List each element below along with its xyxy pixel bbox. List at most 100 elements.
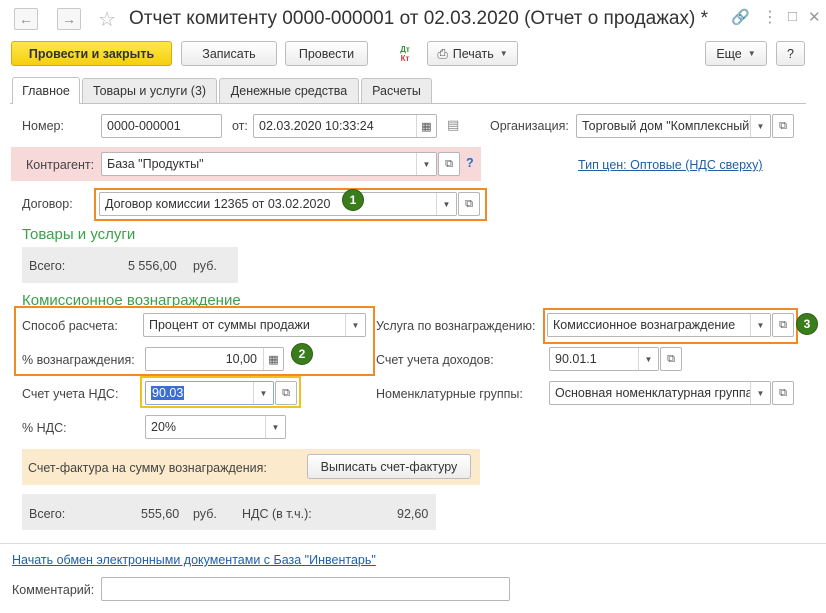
nomenclature-open-button[interactable]: ⧉ (772, 381, 794, 405)
printer-icon: ⎙ (437, 45, 448, 61)
counterparty-open-button[interactable]: ⧉ (438, 152, 460, 176)
chevron-down-icon[interactable]: ▼ (750, 382, 770, 404)
tab-main[interactable]: Главное (12, 77, 80, 104)
service-label: Услуга по вознаграждению: (376, 319, 536, 333)
number-field[interactable]: 0000-000001 (101, 114, 222, 138)
more-button[interactable]: Еще ▼ (705, 41, 767, 66)
service-field[interactable]: Комиссионное вознаграждение ▼ (547, 313, 771, 337)
counterparty-label: Контрагент: (26, 158, 95, 172)
issue-invoice-button[interactable]: Выписать счет-фактуру (307, 454, 471, 479)
vat-rate-label: % НДС: (22, 421, 67, 435)
kt-label: Кт (400, 54, 410, 63)
close-icon[interactable]: ✕ (808, 8, 821, 26)
calculator-icon[interactable]: ▦ (263, 348, 283, 370)
contract-open-button[interactable]: ⧉ (458, 192, 480, 216)
vat-account-field[interactable]: 90.03 ▼ (145, 381, 274, 405)
percent-label: % вознаграждения: (22, 353, 135, 367)
goods-currency: руб. (193, 259, 217, 273)
more-vertical-icon[interactable]: ⋮ (762, 7, 778, 27)
tab-money-label: Денежные средства (230, 84, 348, 98)
goods-total-value: 5 556,00 (128, 259, 177, 273)
post-and-close-button[interactable]: Провести и закрыть (11, 41, 172, 66)
contract-field[interactable]: Договор комиссии 12365 от 03.02.2020 ▼ (99, 192, 457, 216)
tab-divider (10, 103, 806, 104)
post-button[interactable]: Провести (285, 41, 368, 66)
arrow-right-icon: → (62, 11, 76, 27)
vat-account-value: 90.03 (151, 386, 185, 400)
percent-field[interactable]: 10,00 ▦ (145, 347, 284, 371)
commission-currency: руб. (193, 507, 217, 521)
chevron-down-icon[interactable]: ▼ (345, 314, 365, 336)
date-field[interactable]: 02.03.2020 10:33:24 ▦ (253, 114, 437, 138)
post-label: Провести (298, 46, 355, 61)
dt-kt-button[interactable]: Дт Кт (393, 42, 417, 66)
link-icon[interactable]: 🔗 (731, 8, 750, 26)
organization-open-button[interactable]: ⧉ (772, 114, 794, 138)
chevron-down-icon[interactable]: ▼ (253, 382, 273, 404)
chevron-down-icon[interactable]: ▼ (750, 314, 770, 336)
contract-value: Договор комиссии 12365 от 03.02.2020 (105, 197, 331, 211)
open-window-icon: ⧉ (667, 352, 675, 365)
income-account-field[interactable]: 90.01.1 ▼ (549, 347, 659, 371)
callout-badge-3: 3 (796, 313, 818, 335)
income-account-open-button[interactable]: ⧉ (660, 347, 682, 371)
tab-settlements-label: Расчеты (372, 84, 421, 98)
counterparty-help-icon[interactable]: ? (466, 156, 474, 170)
open-window-icon: ⧉ (779, 318, 787, 331)
nomenclature-field[interactable]: Основная номенклатурная группа ▼ (549, 381, 771, 405)
chevron-down-icon[interactable]: ▼ (436, 193, 456, 215)
vat-account-label: Счет учета НДС: (22, 387, 119, 401)
chevron-down-icon: ▼ (499, 49, 508, 58)
open-window-icon: ⧉ (779, 119, 787, 132)
edo-exchange-link[interactable]: Начать обмен электронными документами с … (12, 553, 376, 567)
comment-field[interactable] (101, 577, 510, 601)
counterparty-value: База "Продукты" (107, 157, 204, 171)
chevron-down-icon[interactable]: ▼ (750, 115, 770, 137)
chevron-down-icon[interactable]: ▼ (416, 153, 436, 175)
open-window-icon: ⧉ (445, 157, 453, 170)
forward-button[interactable]: → (57, 8, 81, 30)
date-value: 02.03.2020 10:33:24 (259, 119, 374, 133)
save-button[interactable]: Записать (181, 41, 277, 66)
vat-included-value: 92,60 (397, 507, 429, 521)
method-value: Процент от суммы продажи (149, 318, 310, 332)
commission-total-label: Всего: (29, 507, 66, 521)
goods-total-label: Всего: (29, 259, 66, 273)
post-and-close-label: Провести и закрыть (28, 46, 155, 61)
chevron-down-icon[interactable]: ▼ (265, 416, 285, 438)
dt-label: Дт (400, 45, 410, 54)
price-type-link[interactable]: Тип цен: Оптовые (НДС сверху) (578, 158, 763, 172)
favorite-star-icon[interactable]: ☆ (98, 7, 116, 32)
commission-total-value: 555,60 (141, 507, 180, 521)
vat-account-open-button[interactable]: ⧉ (275, 381, 297, 405)
print-button[interactable]: ⎙ Печать ▼ (427, 41, 518, 66)
maximize-icon[interactable]: □ (788, 8, 797, 25)
method-field[interactable]: Процент от суммы продажи ▼ (143, 313, 366, 337)
help-button[interactable]: ? (776, 41, 805, 66)
callout-badge-1: 1 (342, 189, 364, 211)
vat-rate-field[interactable]: 20% ▼ (145, 415, 286, 439)
arrow-left-icon: ← (19, 11, 33, 27)
callout-badge-2: 2 (291, 343, 313, 365)
organization-value: Торговый дом "Комплексный" (582, 119, 754, 133)
open-window-icon: ⧉ (779, 386, 787, 399)
counterparty-field[interactable]: База "Продукты" ▼ (101, 152, 437, 176)
back-button[interactable]: ← (14, 8, 38, 30)
tab-money[interactable]: Денежные средства (219, 78, 359, 103)
tab-goods[interactable]: Товары и услуги (3) (82, 78, 217, 103)
help-label: ? (787, 46, 794, 61)
calendar-icon[interactable]: ▦ (416, 115, 436, 137)
service-open-button[interactable]: ⧉ (772, 313, 794, 337)
organization-field[interactable]: Торговый дом "Комплексный" ▼ (576, 114, 771, 138)
document-list-icon[interactable]: ▤ (447, 117, 459, 133)
percent-value: 10,00 (225, 352, 257, 366)
tab-goods-label: Товары и услуги (3) (92, 84, 207, 98)
nomenclature-value: Основная номенклатурная группа (555, 386, 753, 400)
tab-settlements[interactable]: Расчеты (361, 78, 432, 103)
tab-main-label: Главное (22, 84, 70, 98)
issue-invoice-label: Выписать счет-фактуру (320, 459, 458, 474)
more-label: Еще (716, 46, 742, 61)
chevron-down-icon[interactable]: ▼ (638, 348, 658, 370)
save-label: Записать (202, 46, 256, 61)
organization-label: Организация: (490, 119, 569, 133)
